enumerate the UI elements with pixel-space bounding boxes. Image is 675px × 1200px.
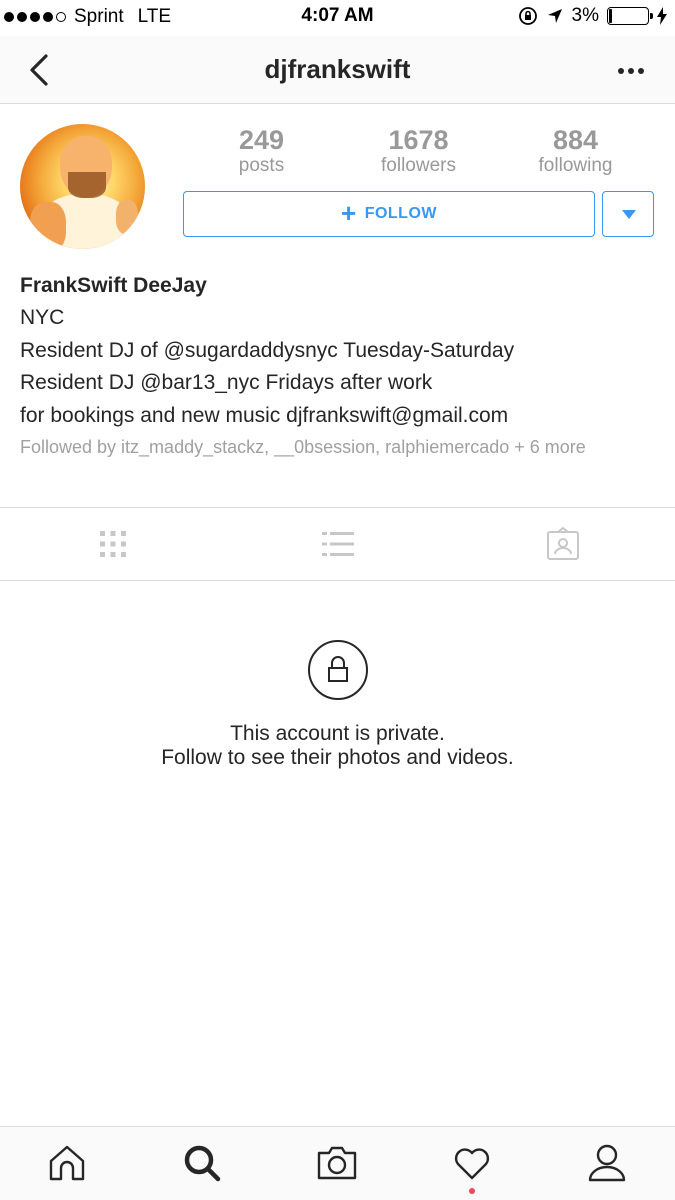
- posts-count: 249: [238, 125, 285, 155]
- tagged-icon: [546, 527, 579, 560]
- profile-icon[interactable]: [585, 1141, 629, 1185]
- more-options-icon[interactable]: [611, 56, 651, 86]
- profile-username: djfrankswift: [264, 54, 411, 84]
- suggested-accounts-dropdown-button[interactable]: [602, 191, 654, 237]
- private-account-notice: This account is private. Follow to see t…: [0, 640, 675, 770]
- tab-tagged[interactable]: [450, 508, 675, 580]
- avatar[interactable]: [20, 124, 145, 249]
- follow-button[interactable]: + FOLLOW: [183, 191, 595, 237]
- heart-icon[interactable]: [450, 1141, 494, 1185]
- posts-stat[interactable]: 249 posts: [183, 124, 340, 176]
- battery-percent: 3%: [571, 5, 599, 26]
- battery-icon: [607, 7, 653, 25]
- following-label: following: [538, 155, 613, 176]
- tab-grid[interactable]: [0, 508, 225, 580]
- private-message-title: This account is private.: [230, 722, 445, 745]
- charging-bolt-icon: [657, 7, 667, 25]
- bio-line-residency-1: Resident DJ of @sugardaddysnyc Tuesday-S…: [20, 338, 515, 362]
- posts-label: posts: [238, 155, 285, 176]
- profile-stats: 249 posts 1678 followers 884 following: [183, 124, 654, 180]
- rotation-lock-icon: [518, 7, 537, 25]
- follow-button-label: FOLLOW: [364, 205, 437, 222]
- bottom-tab-bar: [0, 1126, 675, 1200]
- home-icon[interactable]: [45, 1141, 89, 1185]
- private-message-subtitle: Follow to see their photos and videos.: [161, 746, 514, 769]
- followers-label: followers: [381, 155, 456, 176]
- camera-icon[interactable]: [315, 1141, 359, 1185]
- display-name: FrankSwift DeeJay: [20, 274, 207, 297]
- followers-count: 1678: [388, 125, 449, 155]
- followers-stat[interactable]: 1678 followers: [340, 124, 497, 176]
- lock-icon: [307, 640, 368, 700]
- status-bar: Sprint LTE 4:07 AM 3%: [0, 0, 675, 36]
- bio-line-contact: for bookings and new music djfrankswift@…: [20, 403, 509, 427]
- following-stat[interactable]: 884 following: [497, 124, 654, 176]
- status-right: 3%: [518, 5, 667, 27]
- nav-bar: djfrankswift: [0, 36, 675, 104]
- bio-line-location: NYC: [20, 306, 65, 329]
- location-arrow-icon: [547, 9, 562, 23]
- caret-down-icon: [622, 210, 636, 219]
- tab-list[interactable]: [225, 508, 450, 580]
- profile-view-tabs: [0, 507, 675, 581]
- plus-icon: +: [341, 197, 357, 228]
- search-icon[interactable]: [180, 1141, 224, 1185]
- list-icon: [321, 532, 354, 556]
- activity-notification-dot: [469, 1188, 475, 1194]
- grid-icon: [99, 531, 126, 557]
- followed-by[interactable]: Followed by itz_maddy_stackz, __0bsessio…: [20, 436, 660, 459]
- profile-bio: FrankSwift DeeJay NYC Resident DJ of @su…: [20, 270, 660, 459]
- following-count: 884: [552, 125, 599, 155]
- bio-line-residency-2: Resident DJ @bar13_nyc Fridays after wor…: [20, 371, 433, 394]
